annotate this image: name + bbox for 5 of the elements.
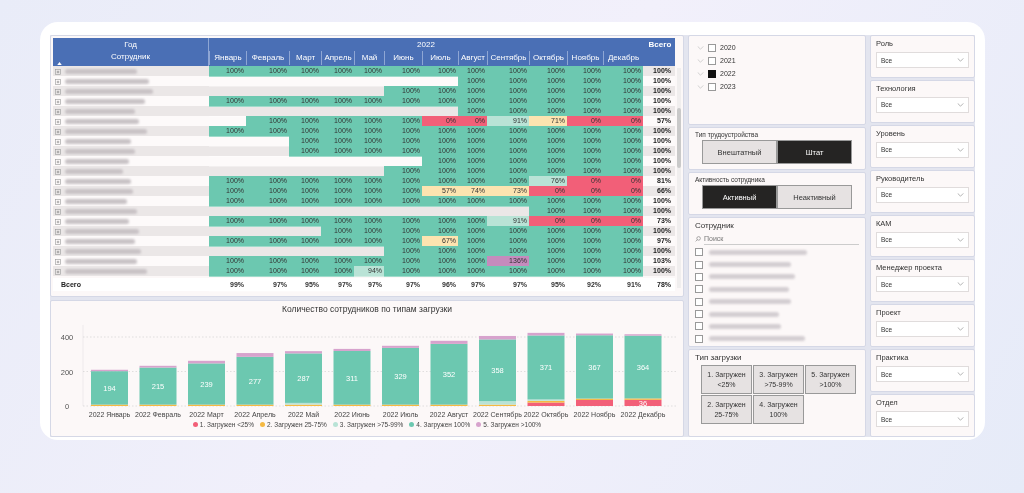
slicer-title: Тип загрузки (695, 353, 743, 362)
slicer-title: Сотрудник (695, 221, 735, 230)
column-header: 2022 (416, 39, 436, 51)
column-header: Год (124, 39, 137, 50)
chart-title: Количество сотрудников по типам загрузки (281, 304, 452, 314)
